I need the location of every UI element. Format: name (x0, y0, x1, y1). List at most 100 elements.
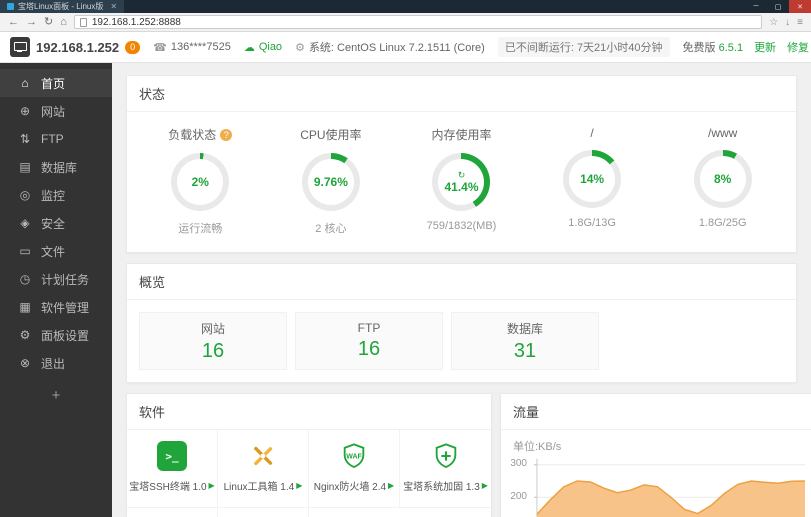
tab-close-icon[interactable]: ✕ (110, 2, 117, 11)
tools-icon (248, 441, 278, 471)
sidebar-item-label: 安全 (41, 216, 66, 231)
panel-header: 192.168.1.252 0 ☎ 136****7525 ☁ Qiao ⚙ 系… (0, 32, 811, 63)
version-number[interactable]: 6.5.1 (719, 42, 743, 54)
gauge-label: / (590, 126, 594, 140)
status-gauge: /www 8% 1.8G/25G (663, 126, 783, 236)
gauge-donut: 8% (693, 150, 752, 208)
sidebar: ⌂ 首页 ⊕ 网站 ⇅ FTP ▤ 数据库 ◎ 监控 ◈ 安全 ▭ 文件 ◷ 计划任务 ▦ 软件管理 ⚙ 面板设置 ⊗ 退… (0, 63, 112, 517)
software-item[interactable] (218, 508, 309, 517)
overview-box-value: 16 (201, 339, 225, 362)
traffic-card: 流量 单位:KB/s 300200100 (500, 393, 811, 517)
bookmark-star-icon[interactable]: ☆ (769, 17, 778, 28)
sidebar-items: ⌂ 首页 ⊕ 网站 ⇅ FTP ▤ 数据库 ◎ 监控 ◈ 安全 ▭ 文件 ◷ 计划任务 ▦ 软件管理 ⚙ 面板设置 ⊗ 退… (0, 69, 112, 377)
sidebar-expand-button[interactable]: + (0, 387, 112, 404)
monitor-icon: ◎ (19, 188, 31, 202)
overview-box-FTP[interactable]: FTP 16 (295, 312, 443, 370)
sidebar-item-database[interactable]: ▤ 数据库 (0, 153, 112, 181)
gauge-hole: 9.76% (307, 159, 354, 205)
sidebar-item-software[interactable]: ▦ 软件管理 (0, 293, 112, 321)
url-bar[interactable]: 192.168.1.252:8888 (73, 15, 763, 29)
software-icon: ▦ (19, 300, 31, 314)
tab-favicon-icon (7, 3, 14, 10)
menu-icon[interactable]: ≡ (797, 17, 803, 28)
sidebar-item-label: 文件 (41, 244, 66, 259)
system-info: ⚙ 系统: CentOS Linux 7.2.1511 (Core) (295, 39, 485, 55)
software-item-label: 宝塔系统加固 1.3 ▶ (403, 481, 488, 493)
repair-link[interactable]: 修复 (787, 39, 809, 55)
sidebar-item-label: FTP (41, 132, 64, 146)
phone-binding[interactable]: ☎ 136****7525 (153, 41, 231, 54)
gauge-label: 负载状态? (168, 126, 233, 143)
software-item-label: Nginx防火墙 2.4 ▶ (313, 481, 395, 493)
overview-boxes: 网站 16 FTP 16 数据库 31 (127, 300, 796, 382)
gauge-label: 内存使用率 (431, 128, 492, 142)
cloud-account[interactable]: ☁ Qiao (244, 41, 282, 54)
url-text: 192.168.1.252:8888 (91, 16, 181, 28)
chevron-right-icon: ▶ (481, 481, 488, 490)
gauge-donut: 14% (563, 150, 622, 208)
forward-icon[interactable]: → (26, 16, 37, 28)
gauge-hole: 14% (569, 156, 616, 202)
software-item[interactable] (127, 508, 218, 517)
overview-box-数据库[interactable]: 数据库 31 (451, 312, 599, 370)
gauge-value: 41.4% (444, 179, 479, 194)
minimize-button[interactable]: ─ (745, 0, 767, 13)
gauge-hole: ↻ 41.4% (438, 159, 485, 205)
sidebar-item-security[interactable]: ◈ 安全 (0, 209, 112, 237)
sidebar-item-site[interactable]: ⊕ 网站 (0, 97, 112, 125)
home-icon[interactable]: ⌂ (60, 16, 67, 28)
gauge-label: /www (708, 126, 738, 140)
gauge-donut: 2% (171, 153, 230, 211)
sidebar-item-logout[interactable]: ⊗ 退出 (0, 349, 112, 377)
browser-tab[interactable]: 宝塔Linux面板 - Linux版 ✕ (0, 0, 125, 13)
software-item[interactable]: 宝塔系统加固 1.3 ▶ (400, 430, 491, 508)
maximize-button[interactable]: ▢ (767, 0, 789, 13)
app-body: ⌂ 首页 ⊕ 网站 ⇅ FTP ▤ 数据库 ◎ 监控 ◈ 安全 ▭ 文件 ◷ 计划任务 ▦ 软件管理 ⚙ 面板设置 ⊗ 退… (0, 63, 811, 517)
sidebar-item-ftp[interactable]: ⇅ FTP (0, 125, 112, 153)
close-button[interactable]: ✕ (789, 0, 811, 13)
site-icon: ⊕ (19, 104, 31, 118)
sidebar-item-label: 软件管理 (41, 300, 90, 315)
gauge-hole: 2% (177, 159, 224, 205)
server-identity[interactable]: 192.168.1.252 0 (10, 37, 141, 57)
overview-card: 概览 网站 16 FTP 16 数据库 31 (126, 263, 797, 383)
gauge-sublabel: 1.8G/25G (698, 217, 747, 229)
gauge-donut: ↻ 41.4% (432, 153, 491, 211)
gauge-value: 14% (580, 172, 605, 186)
sidebar-item-settings[interactable]: ⚙ 面板设置 (0, 321, 112, 349)
gauge-value: 9.76% (313, 175, 348, 189)
header-actions: 免费版 6.5.1 更新 修复 重启 (683, 39, 811, 55)
back-icon[interactable]: ← (8, 16, 19, 28)
cloud-username: Qiao (258, 41, 283, 53)
gauge-hole: 8% (699, 156, 746, 202)
logout-icon: ⊗ (19, 356, 31, 370)
software-item[interactable]: >_ 宝塔SSH终端 1.0 ▶ (127, 430, 218, 508)
software-item[interactable]: Linux工具箱 1.4 ▶ (218, 430, 309, 508)
overview-box-网站[interactable]: 网站 16 (139, 312, 287, 370)
settings-icon: ⚙ (19, 328, 31, 342)
sidebar-item-files[interactable]: ▭ 文件 (0, 237, 112, 265)
sidebar-item-cron[interactable]: ◷ 计划任务 (0, 265, 112, 293)
message-count-badge[interactable]: 0 (125, 40, 141, 54)
release-memory-icon[interactable]: ↻ (458, 170, 466, 180)
download-icon[interactable]: ↓ (785, 17, 790, 28)
browser-toolbar: ← → ↻ ⌂ 192.168.1.252:8888 ☆ ↓ ≡ (0, 13, 811, 32)
software-item[interactable]: WAF Nginx防火墙 2.4 ▶ (309, 430, 400, 508)
sidebar-item-monitor[interactable]: ◎ 监控 (0, 181, 112, 209)
traffic-chart: 300200100 (501, 456, 811, 517)
overview-box-value: 31 (513, 339, 537, 362)
gauge-sublabel: 运行流畅 (178, 223, 223, 235)
uptime-label: 已不间断运行: 7天21小时40分钟 (497, 37, 670, 57)
update-link[interactable]: 更新 (754, 39, 776, 55)
sidebar-item-home[interactable]: ⌂ 首页 (0, 69, 112, 97)
cloud-icon: ☁ (243, 41, 255, 54)
refresh-icon[interactable]: ↻ (44, 16, 53, 28)
window-controls: ─ ▢ ✕ (745, 0, 811, 13)
software-card: 软件 >_ 宝塔SSH终端 1.0 ▶ Linux工具箱 1.4 ▶ WAF Nginx防火… (126, 393, 492, 517)
overview-card-title: 概览 (127, 264, 796, 300)
sidebar-item-label: 计划任务 (41, 272, 90, 287)
help-icon[interactable]: ? (220, 128, 233, 141)
server-ip: 192.168.1.252 (36, 39, 120, 55)
tab-title: 宝塔Linux面板 - Linux版 (18, 2, 104, 11)
status-gauge: / 14% 1.8G/13G (532, 126, 652, 236)
